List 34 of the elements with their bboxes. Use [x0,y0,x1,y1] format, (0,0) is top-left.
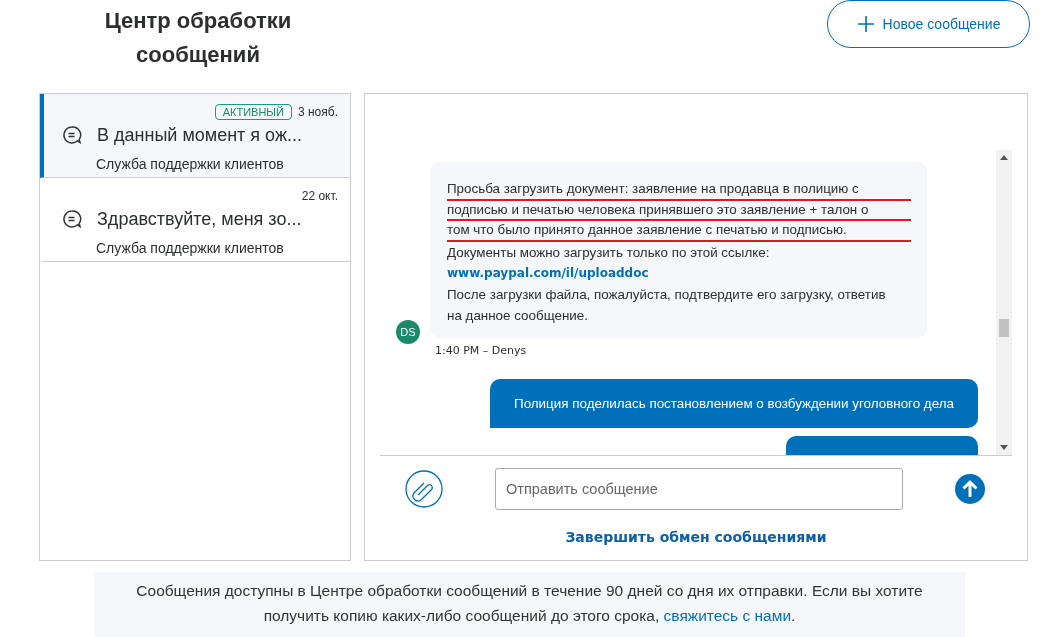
conversation-date: 22 окт. [301,189,338,203]
scroll-thumb[interactable] [999,319,1009,337]
avatar: DS [396,320,420,344]
conversation-subject: В данный момент я ож... [97,124,302,146]
new-message-button[interactable]: Новое сообщение [827,0,1030,48]
message-meta: 1:40 PM – Denys [435,343,528,357]
contact-link[interactable]: свяжитесь с нами [663,607,792,624]
conversation-item[interactable]: 22 окт. Здравствуйте, меня зо... Служба поддержки клиентов [40,178,350,262]
message-line: подписью и печатью человека принявшего это заявление + талон о [447,200,911,221]
conversation-date: 3 нояб. [298,105,338,119]
message-line: на данное сообщение. [447,306,589,325]
status-badge: АКТИВНЫЙ [214,104,292,120]
page-title: Центр обработки сообщений [103,7,293,69]
chat-bubble-icon [62,125,82,145]
scrollbar[interactable] [996,150,1012,455]
paperclip-icon[interactable] [405,470,443,508]
chat-bubble-icon [62,209,82,229]
conversation-sender: Служба поддержки клиентов [96,240,285,256]
conversation-sender: Служба поддержки клиентов [96,156,285,172]
upload-link[interactable]: www.paypal.com/il/uploaddoc [447,262,911,284]
end-conversation-link[interactable]: Завершить обмен сообщениями [565,529,827,545]
message-line: После загрузки файла, пожалуйста, подтвердите его загрузку, ответив [447,285,887,304]
scroll-down-icon[interactable] [1000,445,1008,450]
sent-message-bubble: Полиция поделилась постановлением о возбуждении уголовного дела [490,378,978,428]
conversation-subject: Здравствуйте, меня зо... [97,208,302,230]
scroll-up-icon[interactable] [1000,155,1008,160]
footer-text: Сообщения доступны в Центре обработки сообщений в течение 90 дней со дня их отправки. Если вы хотите получить копию каких-либо сообщений до этого срока, свяжитесь с нами. [135,581,924,626]
plus-icon [856,15,875,33]
conversation-item[interactable]: АКТИВНЫЙ 3 нояб. В данный момент я ож... Служба поддержки клиентов [40,94,350,178]
message-line: Просьба загрузить документ: заявление на продавца в полицию с [447,180,911,201]
send-icon[interactable] [955,474,985,504]
message-line: том что было принято данное заявление с печатью и подписью. [447,221,911,242]
message-input[interactable]: Отправить сообщение [495,468,903,510]
message-line: Документы можно загрузить только по этой ссылке: [447,243,771,262]
